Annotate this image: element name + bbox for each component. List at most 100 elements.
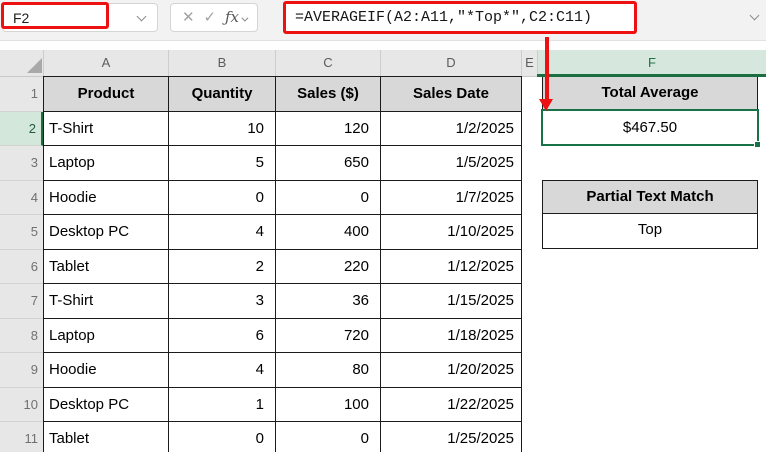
table-header-cell[interactable]: Sales ($) xyxy=(276,77,381,112)
column-header-b[interactable]: B xyxy=(168,50,275,76)
spreadsheet-app: F2 ✕ ✓ ƒx =AVERAGEIF(A2:A11,"*Top*",C2:C… xyxy=(0,0,766,452)
row-header-3[interactable]: 3 xyxy=(0,146,43,181)
enter-icon[interactable]: ✓ xyxy=(203,10,216,25)
cell[interactable]: 1/12/2025 xyxy=(381,249,522,284)
cell[interactable]: 1/25/2025 xyxy=(381,422,522,452)
cell[interactable]: 10 xyxy=(169,111,276,146)
cell[interactable]: 400 xyxy=(276,215,381,250)
row-header-9[interactable]: 9 xyxy=(0,353,43,388)
cell[interactable]: 6 xyxy=(169,318,276,353)
cell[interactable]: 1/10/2025 xyxy=(381,215,522,250)
formula-text: =AVERAGEIF(A2:A11,"*Top*",C2:C11) xyxy=(286,9,592,26)
table-row: Desktop PC 4 400 1/10/2025 xyxy=(44,215,522,250)
formula-bar-expand-icon[interactable] xyxy=(750,11,760,21)
criteria-value-cell[interactable]: Top xyxy=(542,214,758,249)
data-table: Product Quantity Sales ($) Sales Date T-… xyxy=(43,76,522,452)
formula-toolbar: F2 ✕ ✓ ƒx =AVERAGEIF(A2:A11,"*Top*",C2:C… xyxy=(0,0,766,41)
total-average-value: $467.50 xyxy=(623,119,677,136)
cell[interactable]: 80 xyxy=(276,353,381,388)
row-header-6[interactable]: 6 xyxy=(0,250,43,285)
partial-text-match-header-cell[interactable]: Partial Text Match xyxy=(542,180,758,215)
cell[interactable]: 4 xyxy=(169,353,276,388)
column-header-e[interactable]: E xyxy=(521,50,537,76)
table-row: Tablet 2 220 1/12/2025 xyxy=(44,249,522,284)
insert-function-button[interactable]: ƒx xyxy=(225,8,246,27)
table-header-cell[interactable]: Product xyxy=(44,77,169,112)
name-box[interactable]: F2 xyxy=(2,3,158,32)
fill-handle[interactable] xyxy=(754,141,761,148)
cell[interactable]: Tablet xyxy=(44,422,169,452)
table-row: Hoodie 4 80 1/20/2025 xyxy=(44,353,522,388)
cell[interactable]: 1/15/2025 xyxy=(381,284,522,319)
table-header-cell[interactable]: Quantity xyxy=(169,77,276,112)
annotation-arrow-line xyxy=(545,37,549,101)
cell[interactable]: T-Shirt xyxy=(44,284,169,319)
total-average-header-cell[interactable]: Total Average xyxy=(542,76,758,111)
cell[interactable]: Tablet xyxy=(44,249,169,284)
table-row: Laptop 5 650 1/5/2025 xyxy=(44,146,522,181)
table-header-row: Product Quantity Sales ($) Sales Date xyxy=(44,77,522,112)
cell[interactable]: 5 xyxy=(169,146,276,181)
cell[interactable]: Laptop xyxy=(44,146,169,181)
cell[interactable]: Laptop xyxy=(44,318,169,353)
cell[interactable]: Desktop PC xyxy=(44,215,169,250)
row-header-band: 1 2 3 4 5 6 7 8 9 10 11 xyxy=(0,77,43,452)
chevron-down-icon[interactable] xyxy=(137,12,147,22)
cell[interactable]: 120 xyxy=(276,111,381,146)
column-header-a[interactable]: A xyxy=(43,50,168,76)
cell[interactable]: 0 xyxy=(276,422,381,452)
table-row: Laptop 6 720 1/18/2025 xyxy=(44,318,522,353)
table-row: Tablet 0 0 1/25/2025 xyxy=(44,422,522,452)
table-row: Desktop PC 1 100 1/22/2025 xyxy=(44,387,522,422)
cell[interactable]: 0 xyxy=(276,180,381,215)
annotation-arrow-head-icon xyxy=(539,99,553,111)
cell[interactable]: Desktop PC xyxy=(44,387,169,422)
formula-buttons-group: ✕ ✓ ƒx xyxy=(170,3,258,32)
table-row: T-Shirt 3 36 1/15/2025 xyxy=(44,284,522,319)
cell[interactable]: 1/7/2025 xyxy=(381,180,522,215)
cell[interactable]: 2 xyxy=(169,249,276,284)
column-header-f[interactable]: F xyxy=(537,50,766,76)
cell[interactable]: 1 xyxy=(169,387,276,422)
row-header-2[interactable]: 2 xyxy=(0,112,43,147)
cell[interactable]: 0 xyxy=(169,180,276,215)
cell[interactable]: 650 xyxy=(276,146,381,181)
selected-cell-f2[interactable]: $467.50 xyxy=(541,109,759,146)
name-box-value: F2 xyxy=(13,4,29,32)
table-header-cell[interactable]: Sales Date xyxy=(381,77,522,112)
cell[interactable]: 36 xyxy=(276,284,381,319)
table-row: Hoodie 0 0 1/7/2025 xyxy=(44,180,522,215)
cell[interactable]: 1/5/2025 xyxy=(381,146,522,181)
row-header-11[interactable]: 11 xyxy=(0,422,43,452)
cell[interactable]: 1/20/2025 xyxy=(381,353,522,388)
fx-icon: ƒx xyxy=(225,8,239,26)
cell[interactable]: 100 xyxy=(276,387,381,422)
cell[interactable]: 3 xyxy=(169,284,276,319)
column-header-d[interactable]: D xyxy=(380,50,521,76)
cancel-icon[interactable]: ✕ xyxy=(182,10,195,25)
column-header-c[interactable]: C xyxy=(275,50,380,76)
cell[interactable]: Hoodie xyxy=(44,180,169,215)
select-all-corner[interactable] xyxy=(0,50,43,76)
criteria-block: Partial Text Match Top xyxy=(542,180,758,249)
cell[interactable]: 4 xyxy=(169,215,276,250)
cell[interactable]: 720 xyxy=(276,318,381,353)
row-header-7[interactable]: 7 xyxy=(0,284,43,319)
cell[interactable]: 1/2/2025 xyxy=(381,111,522,146)
chevron-down-icon xyxy=(241,15,248,22)
row-header-4[interactable]: 4 xyxy=(0,181,43,216)
row-header-8[interactable]: 8 xyxy=(0,319,43,354)
selected-column-underline xyxy=(537,74,766,78)
row-header-10[interactable]: 10 xyxy=(0,388,43,423)
formula-bar[interactable]: =AVERAGEIF(A2:A11,"*Top*",C2:C11) xyxy=(283,1,637,34)
cell[interactable]: T-Shirt xyxy=(44,111,169,146)
cell[interactable]: 1/22/2025 xyxy=(381,387,522,422)
cell[interactable]: 220 xyxy=(276,249,381,284)
row-header-1[interactable]: 1 xyxy=(0,77,43,112)
cell[interactable]: Hoodie xyxy=(44,353,169,388)
row-header-5[interactable]: 5 xyxy=(0,215,43,250)
cell[interactable]: 0 xyxy=(169,422,276,452)
table-row: T-Shirt 10 120 1/2/2025 xyxy=(44,111,522,146)
cell[interactable]: 1/18/2025 xyxy=(381,318,522,353)
select-all-triangle-icon xyxy=(27,58,42,73)
